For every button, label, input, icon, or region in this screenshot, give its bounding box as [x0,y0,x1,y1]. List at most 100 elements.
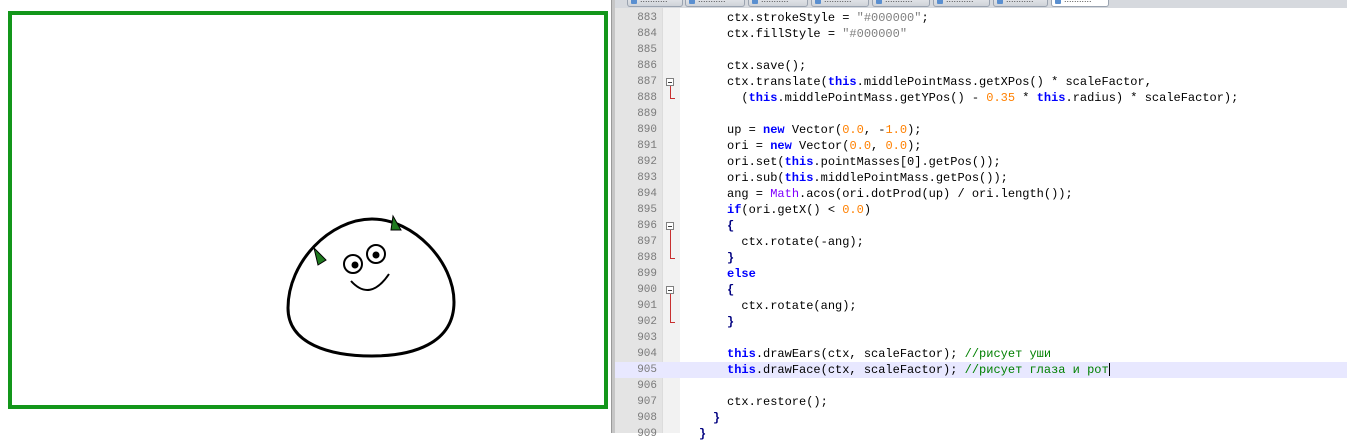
code-token: this [748,91,778,105]
blob-body[interactable] [286,217,456,358]
file-icon [876,0,882,4]
code-line[interactable]: 893 ori.sub(this.middlePointMass.getPos()… [615,170,1347,186]
code-token: ori.set( [727,155,785,169]
code-line[interactable]: 889 [615,106,1347,122]
code-line[interactable]: 888 (this.middlePointMass.getYPos() - 0.… [615,90,1347,106]
line-number: 892 [637,156,657,168]
fold-toggle-icon[interactable] [666,286,674,294]
line-number: 902 [637,316,657,328]
tab-6[interactable]: ........... [993,0,1048,7]
tab-3[interactable]: ........... [811,0,869,7]
eye-left-pupil [351,261,359,269]
file-icon [1055,0,1061,4]
code-line[interactable]: 904 this.drawEars(ctx, scaleFactor); //ри… [615,346,1347,362]
code-text: } [727,250,734,266]
code-editor[interactable]: 883 ctx.strokeStyle = "#000000"; 884 ctx.fi… [615,8,1347,441]
code-text: ctx.translate(this.middlePointMass.getXP… [727,74,1152,90]
tab-label: ........... [640,0,668,4]
line-number: 901 [637,300,657,312]
code-token: //рисует глаза и рот [964,363,1109,377]
code-line[interactable]: 884 ctx.fillStyle = "#000000" [615,26,1347,42]
code-token: 0.35 [986,91,1016,105]
code-line[interactable]: 902} [615,314,1347,330]
code-line[interactable]: 907 ctx.restore(); [615,394,1347,410]
fold-toggle-icon[interactable] [666,78,674,86]
code-token: } [713,411,721,425]
line-number: 905 [637,364,657,376]
code-token: , [871,139,886,153]
tab-label: ........... [946,0,974,4]
code-token: .middlePointMass.getPos()); [813,171,1008,185]
code-text: (this.middlePointMass.getYPos() - 0.35 *… [727,90,1238,106]
fold-range-end [670,98,675,99]
code-token: 0.0 [842,123,864,137]
code-token: this [727,347,756,361]
code-token: 0.0 [849,139,872,153]
code-token: this [784,171,814,185]
line-number: 897 [637,236,657,248]
tab-label: ........... [824,0,852,4]
code-line[interactable]: 887 ctx.translate(this.middlePointMass.ge… [615,74,1347,90]
code-line[interactable]: 906 [615,378,1347,394]
code-line[interactable]: 897 ctx.rotate(-ang); [615,234,1347,250]
line-number: 894 [637,188,657,200]
tab-2[interactable]: ........... [748,0,808,7]
code-line[interactable]: 886 ctx.save(); [615,58,1347,74]
code-line[interactable]: 908} [615,410,1347,426]
code-line[interactable]: 891 ori = new Vector(0.0, 0.0); [615,138,1347,154]
code-line[interactable]: 903 [615,330,1347,346]
code-token: } [727,251,735,265]
code-text: ori.sub(this.middlePointMass.getPos()); [727,170,1008,186]
tab-0[interactable]: ........... [627,0,683,7]
tab-1[interactable]: ........... [685,0,745,7]
code-line[interactable]: 909} [615,426,1347,442]
code-line[interactable]: 896 { [615,218,1347,234]
code-line[interactable]: 898} [615,250,1347,266]
code-text: else [727,266,756,282]
code-token: this [784,155,814,169]
code-line[interactable]: 901 ctx.rotate(ang); [615,298,1347,314]
code-line[interactable]: 883 ctx.strokeStyle = "#000000"; [615,10,1347,26]
tab-label: ........... [1064,0,1092,4]
code-token: ; [921,11,929,25]
tab-7[interactable]: ........... [1051,0,1109,7]
fold-range-end [670,258,675,259]
code-line[interactable]: 885 [615,42,1347,58]
code-token: ori.sub( [727,171,785,185]
code-line[interactable]: 890 up = new Vector(0.0, -1.0); [615,122,1347,138]
line-number: 883 [637,12,657,24]
code-token: //рисует уши [964,347,1052,361]
code-token: .radius) * scaleFactor); [1065,91,1239,105]
file-icon [997,0,1003,4]
code-text: ctx.strokeStyle = "#000000"; [727,10,929,26]
code-line[interactable]: 892 ori.set(this.pointMasses[0].getPos())… [615,154,1347,170]
line-number: 891 [637,140,657,152]
code-token: ctx.translate( [727,75,828,89]
code-line[interactable]: 905 this.drawFace(ctx, scaleFactor); //ри… [615,362,1347,378]
tab-label: ........... [1006,0,1034,4]
code-token: { [727,283,735,297]
line-number: 889 [637,108,657,120]
code-line[interactable]: 900 { [615,282,1347,298]
code-line[interactable]: 894 ang = Math.acos(ori.dotProd(up) / ori… [615,186,1347,202]
fold-toggle-icon[interactable] [666,222,674,230]
code-text: ctx.save(); [727,58,806,74]
code-token: 1.0 [885,123,908,137]
code-text: } [713,410,720,426]
tab-4[interactable]: ........... [872,0,930,7]
code-line[interactable]: 895 if(ori.getX() < 0.0) [615,202,1347,218]
tab-5[interactable]: ........... [933,0,990,7]
code-text: ori = new Vector(0.0, 0.0); [727,138,921,154]
code-token: (ori.getX() < [741,203,843,217]
code-token: "#000000" [842,27,908,41]
code-text: } [727,314,734,330]
code-token: } [699,427,707,441]
code-token: ) [863,203,872,217]
code-text: } [699,426,706,442]
code-token: ctx.strokeStyle = [727,11,857,25]
line-number: 899 [637,268,657,280]
eye-right-pupil [372,251,380,259]
code-line[interactable]: 899 else [615,266,1347,282]
line-number: 888 [637,92,657,104]
code-token: 0.0 [842,203,864,217]
